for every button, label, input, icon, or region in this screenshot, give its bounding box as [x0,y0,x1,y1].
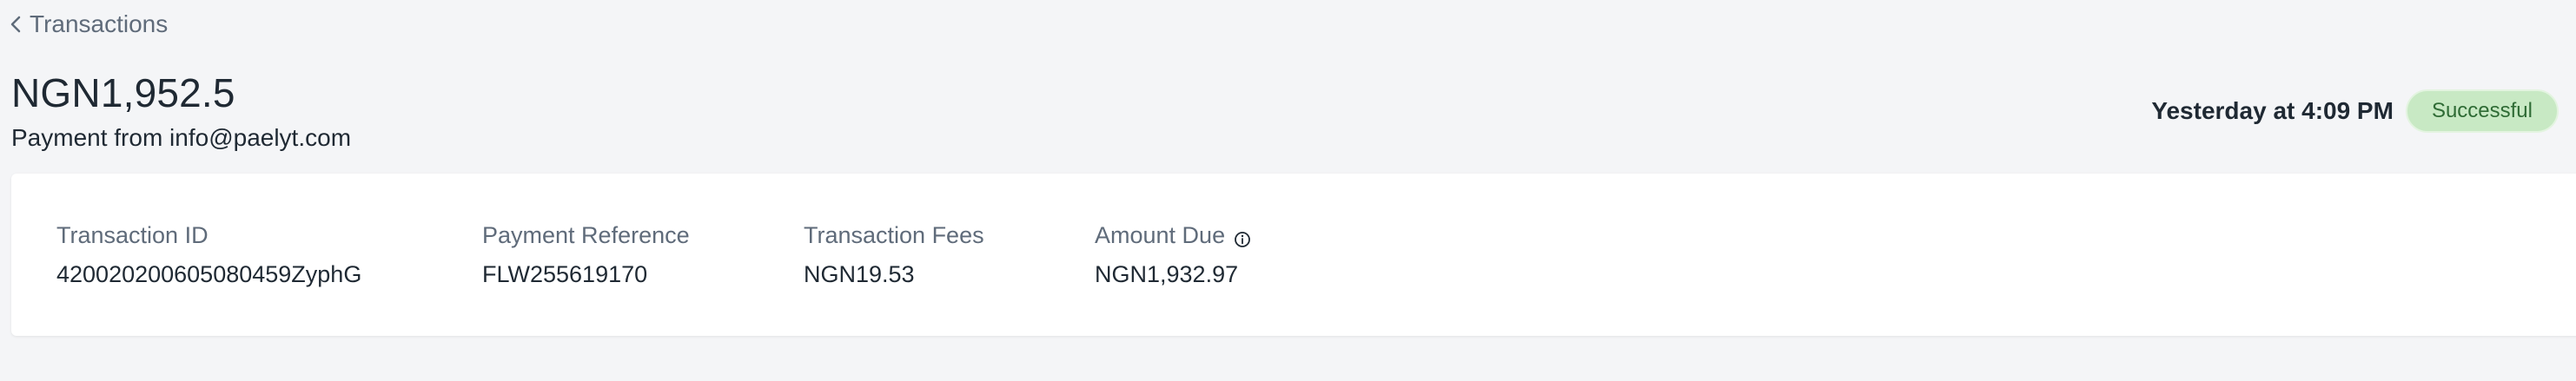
transaction-id-value: 420020200605080459ZyphG [56,261,362,287]
payment-reference-field: Payment Reference FLW255619170 [482,222,690,288]
payment-reference-value: FLW255619170 [482,261,648,287]
chevron-left-icon [10,16,21,33]
transaction-amount: NGN1,952.5 [11,70,235,115]
back-link-label: Transactions [30,10,169,37]
amount-due-field: Amount Due NGN1,932.97 [1095,222,1251,288]
transaction-id-field: Transaction ID 420020200605080459ZyphG [56,222,361,288]
status-badge: Successful [2405,89,2559,133]
amount-due-value: NGN1,932.97 [1095,261,1239,287]
transaction-fees-field: Transaction Fees NGN19.53 [804,222,984,288]
transaction-id-label: Transaction ID [56,222,209,248]
payment-reference-label: Payment Reference [482,222,690,248]
back-to-transactions-link[interactable]: Transactions [10,10,168,38]
transaction-fees-label: Transaction Fees [804,222,984,248]
amount-due-label: Amount Due [1095,222,1226,248]
transaction-details-card: Transaction ID 420020200605080459ZyphG P… [11,174,2576,336]
transaction-fees-value: NGN19.53 [804,261,915,287]
amount-due-label-row: Amount Due [1095,222,1251,249]
transaction-timestamp: Yesterday at 4:09 PM [2151,97,2394,124]
info-icon[interactable] [1234,227,1251,247]
transaction-meta: Yesterday at 4:09 PM Successful [2151,89,2559,133]
transaction-subtitle: Payment from info@paelyt.com [11,124,352,151]
transaction-detail-page: Transactions NGN1,952.5 Payment from inf… [0,0,2576,381]
